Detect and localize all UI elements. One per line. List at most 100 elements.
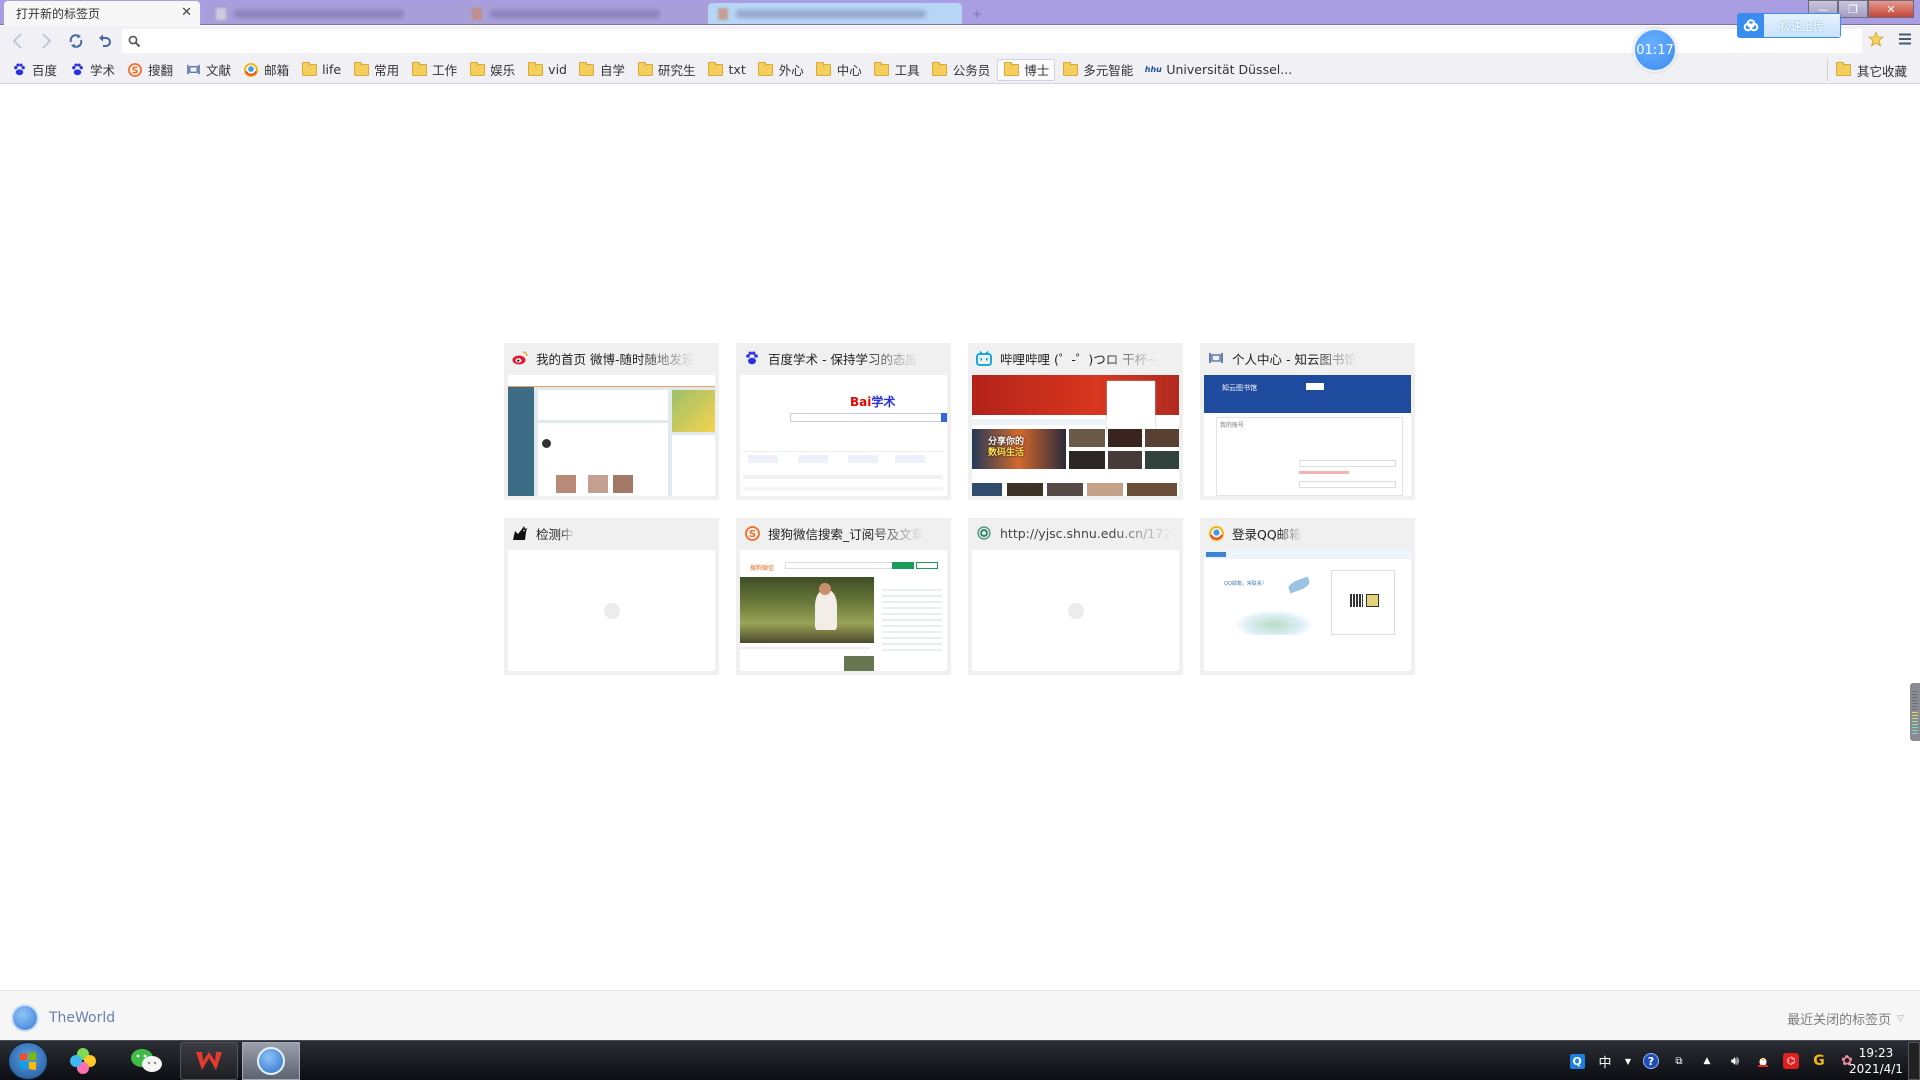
caret-down-icon[interactable]: ▼ xyxy=(1624,1052,1632,1070)
address-input[interactable] xyxy=(147,31,1862,51)
fast-upload-widget[interactable]: 极速上传 xyxy=(1737,13,1841,38)
show-desktop-button[interactable] xyxy=(1908,1042,1920,1080)
bookmark-label: 百度 xyxy=(32,63,58,78)
restore-button[interactable]: ❐ xyxy=(1838,0,1868,18)
bookmark-item[interactable]: life xyxy=(296,59,346,81)
page-thumbnail-baidu-xueshu: Bai学术 xyxy=(740,375,947,496)
favicon-icon xyxy=(718,7,728,20)
bookmark-item[interactable]: 学术 xyxy=(64,59,120,81)
bookmark-item[interactable]: 常用 xyxy=(348,59,404,81)
taskbar-theworld-browser[interactable] xyxy=(242,1042,300,1080)
bookmark-star-button[interactable] xyxy=(1867,30,1885,51)
cat-icon xyxy=(512,525,528,541)
bookmark-item[interactable]: txt xyxy=(703,59,751,81)
start-button[interactable] xyxy=(8,1042,48,1080)
tab-new-tab[interactable]: 打开新的标签页 ✕ xyxy=(4,1,200,26)
qq-slogan-text: QQ邮箱，常联系！ xyxy=(1224,581,1267,587)
tab-background[interactable] xyxy=(708,3,962,24)
handle-segment xyxy=(1912,694,1918,695)
windows-logo-icon xyxy=(20,1052,36,1070)
speed-dial-tile[interactable]: 检测中 xyxy=(504,518,719,675)
handle-segment xyxy=(1912,718,1918,719)
undo-button[interactable] xyxy=(94,30,116,52)
bookmark-other-folder[interactable]: 其它收藏 xyxy=(1826,59,1912,81)
qqmail-icon xyxy=(1208,525,1224,541)
taskbar-wps[interactable] xyxy=(180,1042,238,1080)
bookmark-label: life xyxy=(322,62,342,77)
netease-music-icon[interactable]: ⌬ xyxy=(1782,1052,1800,1070)
close-window-button[interactable]: ✕ xyxy=(1868,0,1914,18)
bookmark-item[interactable]: 邮箱 xyxy=(238,59,294,81)
speed-dial-grid: 我的首页 微博-随时随地发现 百度学术 - 保持学习的态度 Bai学术 哔哩哔哩… xyxy=(504,343,1416,675)
speed-dial-tile[interactable]: 哔哩哔哩 (゜-゜)つロ 干杯~ 分享你的 数码生活 xyxy=(968,343,1183,500)
bookmark-label: 中心 xyxy=(836,63,862,78)
bookmark-item[interactable]: hhu Universität Düssel... xyxy=(1140,59,1297,81)
volume-icon[interactable]: 🔊︎ xyxy=(1726,1052,1744,1070)
sogou-icon: S xyxy=(744,525,760,541)
bookmark-label: 工作 xyxy=(432,63,458,78)
bookmark-item[interactable]: 娱乐 xyxy=(464,59,520,81)
new-tab-button[interactable]: + xyxy=(972,8,984,20)
tile-header: 我的首页 微博-随时随地发现 xyxy=(504,343,719,373)
back-button[interactable] xyxy=(6,30,28,52)
qq-penguin-icon[interactable] xyxy=(1754,1052,1772,1070)
bookmark-label: 工具 xyxy=(894,63,920,78)
browser-bottom-bar: TheWorld 最近关闭的标签页 ▽ xyxy=(0,990,1920,1040)
bookmark-item[interactable]: 工作 xyxy=(406,59,462,81)
bookmark-item[interactable]: 百度 xyxy=(6,59,62,81)
screen: 打开新的标签页 ✕ + — ❐ ✕ 01:17 极速上传 百度 学术 S 搜翻 … xyxy=(0,0,1920,1080)
tile-header: S 搜狗微信搜索_订阅号及文章 xyxy=(736,518,951,548)
folder-icon xyxy=(353,61,369,77)
baidu-paw-icon xyxy=(744,350,760,366)
tab-background[interactable] xyxy=(206,3,470,24)
speed-dial-tile[interactable]: 个人中心 - 知云图书馆 知云图书馆 我的账号 xyxy=(1200,343,1415,500)
forward-button[interactable] xyxy=(36,30,58,52)
bookmark-item[interactable]: 公务员 xyxy=(927,59,996,81)
bookmark-item[interactable]: 文献 xyxy=(180,59,236,81)
help-icon[interactable]: ? xyxy=(1642,1052,1660,1070)
speed-dial-tile[interactable]: 百度学术 - 保持学习的态度 Bai学术 xyxy=(736,343,951,500)
speed-dial-tile[interactable]: 登录QQ邮箱 QQ邮箱，常联系！ xyxy=(1200,518,1415,675)
bookmark-item[interactable]: S 搜翻 xyxy=(122,59,178,81)
timer-badge[interactable]: 01:17 xyxy=(1633,28,1677,72)
g-app-icon[interactable]: G xyxy=(1810,1052,1828,1070)
clock-time: 19:23 xyxy=(1858,1046,1894,1060)
wechat-icon xyxy=(131,1049,162,1072)
handle-segment xyxy=(1912,733,1918,734)
undo-icon xyxy=(99,34,111,47)
ime-options-icon[interactable]: ⧉ xyxy=(1670,1052,1688,1070)
tile-title: 个人中心 - 知云图书馆 xyxy=(1232,351,1357,367)
bookmark-item[interactable]: vid xyxy=(522,59,572,81)
address-bar[interactable] xyxy=(122,29,1862,53)
tile-title: 我的首页 微博-随时随地发现 xyxy=(536,351,695,367)
tab-background[interactable] xyxy=(462,3,712,24)
zhiyun-header-text: 知云图书馆 xyxy=(1222,384,1257,392)
close-icon[interactable]: ✕ xyxy=(181,5,192,20)
speed-dial-tile[interactable]: S 搜狗微信搜索_订阅号及文章 搜狗微信 xyxy=(736,518,951,675)
handle-segment xyxy=(1912,712,1918,713)
tile-header: http://yjsc.shnu.edu.cn/172 xyxy=(968,518,1183,548)
refresh-button[interactable] xyxy=(65,30,87,52)
theworld-brand[interactable]: TheWorld xyxy=(11,1004,115,1032)
windows-taskbar: Q 中 ▼ ? ⧉ ▲ 🔊︎ ⌬ G ✿ 19:23 2021/4/1 xyxy=(0,1040,1920,1080)
main-menu-button[interactable] xyxy=(1898,31,1912,50)
taskbar-wechat[interactable] xyxy=(118,1042,176,1080)
recent-label: 最近关闭的标签页 xyxy=(1787,1013,1892,1028)
speed-dial-tile[interactable]: http://yjsc.shnu.edu.cn/172 xyxy=(968,518,1183,675)
bookmark-item[interactable]: 外心 xyxy=(753,59,809,81)
recently-closed-tabs-button[interactable]: 最近关闭的标签页 ▽ xyxy=(1787,1009,1904,1028)
bookmark-item[interactable]: 自学 xyxy=(574,59,630,81)
bookmark-item[interactable]: 博士 xyxy=(997,58,1056,81)
bookmark-item[interactable]: 中心 xyxy=(811,59,867,81)
bookmark-item[interactable]: 多元智能 xyxy=(1057,59,1138,81)
handle-segment xyxy=(1912,703,1918,704)
qq-input-icon[interactable]: Q xyxy=(1568,1052,1586,1070)
show-hidden-icons[interactable]: ▲ xyxy=(1698,1052,1716,1070)
bookmark-item[interactable]: 工具 xyxy=(869,59,925,81)
system-clock[interactable]: 19:23 2021/4/1 xyxy=(1846,1045,1906,1077)
ime-indicator[interactable]: 中 xyxy=(1596,1052,1614,1071)
speed-dial-tile[interactable]: 我的首页 微博-随时随地发现 xyxy=(504,343,719,500)
bookmark-item[interactable]: 研究生 xyxy=(632,59,701,81)
side-panel-handle[interactable] xyxy=(1910,683,1920,741)
taskbar-pinwheel-app[interactable] xyxy=(54,1042,112,1080)
